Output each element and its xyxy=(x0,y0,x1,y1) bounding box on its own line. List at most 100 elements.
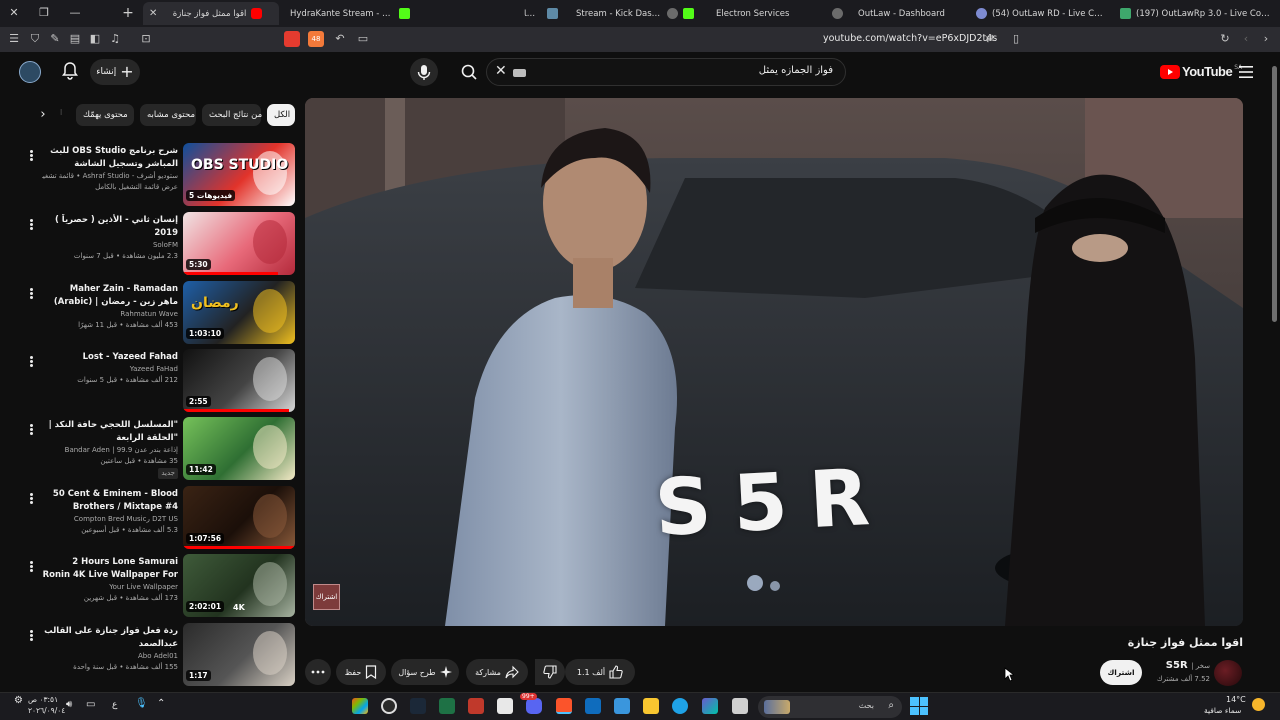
screen-icon[interactable]: ▭ xyxy=(355,31,371,47)
tab-hydrakante[interactable]: HydraKante Stream - Watch Live xyxy=(284,2,416,25)
recommendation-thumbnail[interactable]: 2:55 xyxy=(183,349,295,412)
recommendation-channel[interactable]: إذاعة بندر عدن 99.9 | Bandar Aden xyxy=(42,445,178,456)
recommendation-channel[interactable]: Your Live Wallpaper xyxy=(42,582,178,593)
search-button[interactable] xyxy=(452,58,486,86)
weather-temperature[interactable]: 14°C xyxy=(1226,695,1246,704)
ask-button[interactable]: طرح سؤال xyxy=(391,659,459,685)
more-options-icon[interactable] xyxy=(26,560,36,574)
recommendation-thumbnail[interactable]: 2:02:01 4K xyxy=(183,554,295,617)
clock-time[interactable]: ٠٣:٥١ ص xyxy=(28,695,58,704)
voice-search-button[interactable] xyxy=(410,58,438,86)
recommendation-thumbnail[interactable]: 5:30 xyxy=(183,212,295,275)
more-options-icon[interactable] xyxy=(26,423,36,437)
tab-electron-services[interactable]: Electron Services xyxy=(710,2,820,25)
start-button-icon[interactable] xyxy=(910,697,928,715)
bookmark-icon[interactable]: ▯ xyxy=(1008,31,1024,47)
channel-avatar[interactable] xyxy=(1214,660,1242,686)
tab-outlawrp-console[interactable]: (197) OutLawRp 3.0 - Live Console xyxy=(1114,2,1280,25)
share-button[interactable]: مشاركة xyxy=(466,659,528,685)
recommendation-title[interactable]: 2 Hours Lone Samurai Ronin 4K Live Wallp… xyxy=(42,556,178,582)
taskbar-search-input[interactable]: بحث ⌕ xyxy=(758,696,902,718)
subscribe-button[interactable]: اشتراك xyxy=(1100,660,1142,685)
recommendation-item[interactable]: "المسلسل اللحجي حافة النكد | "الحلقة الر… xyxy=(0,417,300,483)
recommendation-thumbnail[interactable]: رمضان 1:03:10 xyxy=(183,281,295,344)
settings-tray-icon[interactable]: ⚙ xyxy=(14,695,23,706)
steam-icon[interactable] xyxy=(410,698,426,714)
more-options-icon[interactable] xyxy=(26,218,36,232)
more-options-icon[interactable] xyxy=(26,287,36,301)
recommendation-channel[interactable]: Abo Adel01 xyxy=(42,651,178,662)
youtube-logo[interactable]: YouTube SA xyxy=(1160,64,1242,79)
back-history-icon[interactable]: ↶ xyxy=(332,31,348,47)
tab-kick-dashboard[interactable]: Stream - Kick Dashboard xyxy=(570,2,700,25)
recommendation-channel[interactable]: ستوديو أشرف - Ashraf Studio • قائمة تشغي… xyxy=(42,171,178,182)
more-options-icon[interactable] xyxy=(26,355,36,369)
clock-date[interactable]: ٢٠٢٦/٠٩/٠٤ xyxy=(28,706,65,715)
recommendation-item[interactable]: إنسان ثاني - الأذين ( حصرياً ) 2019 Solo… xyxy=(0,212,300,278)
back-icon[interactable]: ‹ xyxy=(1238,31,1254,47)
recommendation-title[interactable]: إنسان ثاني - الأذين ( حصرياً ) 2019 xyxy=(42,214,178,240)
tab-outlaw-dashboard[interactable]: OutLaw - Dashboard xyxy=(826,2,966,25)
save-button[interactable]: حفظ xyxy=(336,659,386,685)
language-indicator[interactable]: ع xyxy=(112,700,117,710)
chip-all[interactable]: الكل xyxy=(267,104,295,126)
obs-icon[interactable] xyxy=(381,698,397,714)
pen-icon[interactable]: ✎ xyxy=(47,31,63,47)
more-actions-button[interactable] xyxy=(305,659,331,685)
discord-icon[interactable]: 99+ xyxy=(520,693,542,714)
video-player[interactable]: S5R اشتراك xyxy=(305,98,1243,626)
clear-search-icon[interactable]: ✕ xyxy=(495,63,507,79)
reload-icon[interactable]: ↻ xyxy=(1217,31,1233,47)
chip-related[interactable]: محتوى مشابه xyxy=(140,104,196,126)
recommendation-thumbnail[interactable]: 1:07:56 xyxy=(183,486,295,549)
app-red-icon[interactable] xyxy=(468,698,484,714)
page-scrollbar[interactable] xyxy=(1270,52,1280,692)
sidebar-toggle-icon[interactable]: ☰ xyxy=(6,31,22,47)
recommendation-title[interactable]: ردة فعل فواز جنازة على القالب عبدالصمد xyxy=(42,625,178,651)
recommendation-channel[interactable]: Yazeed FaHad xyxy=(42,364,178,375)
recommendation-item[interactable]: Maher Zain - Ramadan (Arabic) | ماهر زين… xyxy=(0,281,300,347)
recommendation-channel[interactable]: SoloFM xyxy=(42,240,178,251)
recommendation-item[interactable]: شرح برنامج OBS Studio للبث المباشر وتسجي… xyxy=(0,143,300,209)
task-view-icon[interactable] xyxy=(732,698,748,714)
keyboard-icon[interactable] xyxy=(513,69,526,77)
music-icon[interactable]: ♫ xyxy=(107,31,123,47)
share-link-icon[interactable]: ⇄ xyxy=(982,31,998,47)
chip-for-you[interactable]: محتوى يهمّك xyxy=(76,104,134,126)
tab-outlaw-rd-console[interactable]: (54) OutLaw RD - Live Console xyxy=(970,2,1112,25)
create-button[interactable]: إنشاء + xyxy=(90,59,140,85)
scrollbar-thumb[interactable] xyxy=(1272,66,1277,322)
minimize-window-icon[interactable]: — xyxy=(64,4,86,22)
recommendation-title[interactable]: شرح برنامج OBS Studio للبث المباشر وتسجي… xyxy=(42,145,178,171)
recommendation-thumbnail[interactable]: 1:17 xyxy=(183,623,295,686)
restore-window-icon[interactable]: ❐ xyxy=(33,4,55,22)
guide-menu-icon[interactable] xyxy=(1239,66,1253,78)
shield-icon[interactable]: ⛉ xyxy=(27,31,43,47)
notifications-bell-icon[interactable] xyxy=(62,62,78,80)
tab-shasha[interactable]: شاشا xyxy=(518,2,564,25)
more-options-icon[interactable] xyxy=(26,149,36,163)
channel-watermark-button[interactable]: اشتراك xyxy=(313,584,340,610)
close-tab-icon[interactable]: ✕ xyxy=(149,8,157,19)
recommendation-item[interactable]: Lost - Yazeed Fahad Yazeed FaHad 212 ألف… xyxy=(0,349,300,415)
chevron-left-icon[interactable]: › xyxy=(34,106,52,124)
search-input[interactable]: ✕ فواز الجمازه يمثل xyxy=(486,58,846,86)
recommendation-thumbnail[interactable]: 11:42 xyxy=(183,417,295,480)
app-a-icon[interactable] xyxy=(497,698,513,714)
news-icon[interactable]: ▤ xyxy=(67,31,83,47)
recommendation-title[interactable]: "المسلسل اللحجي حافة النكد | "الحلقة الر… xyxy=(42,419,178,445)
channel-name[interactable]: سخر | S5R xyxy=(1140,660,1210,671)
forward-icon[interactable]: › xyxy=(1258,31,1274,47)
app-colorful-icon[interactable] xyxy=(352,698,368,714)
copilot-icon[interactable] xyxy=(702,698,718,714)
chip-from-search[interactable]: من نتائج البحث xyxy=(202,104,262,126)
brave-browser-icon[interactable] xyxy=(556,698,572,714)
store-icon[interactable] xyxy=(614,698,630,714)
recommendation-item[interactable]: ردة فعل فواز جنازة على القالب عبدالصمد A… xyxy=(0,623,300,689)
excel-icon[interactable] xyxy=(439,698,455,714)
recommendation-item[interactable]: 2 Hours Lone Samurai Ronin 4K Live Wallp… xyxy=(0,554,300,620)
like-button[interactable]: 1.1 ألف xyxy=(565,659,635,685)
edge-icon[interactable] xyxy=(672,698,688,714)
weather-description[interactable]: سماء صافية xyxy=(1204,706,1241,715)
recommendation-channel[interactable]: D2T US رCompton Bred Music xyxy=(42,514,178,525)
